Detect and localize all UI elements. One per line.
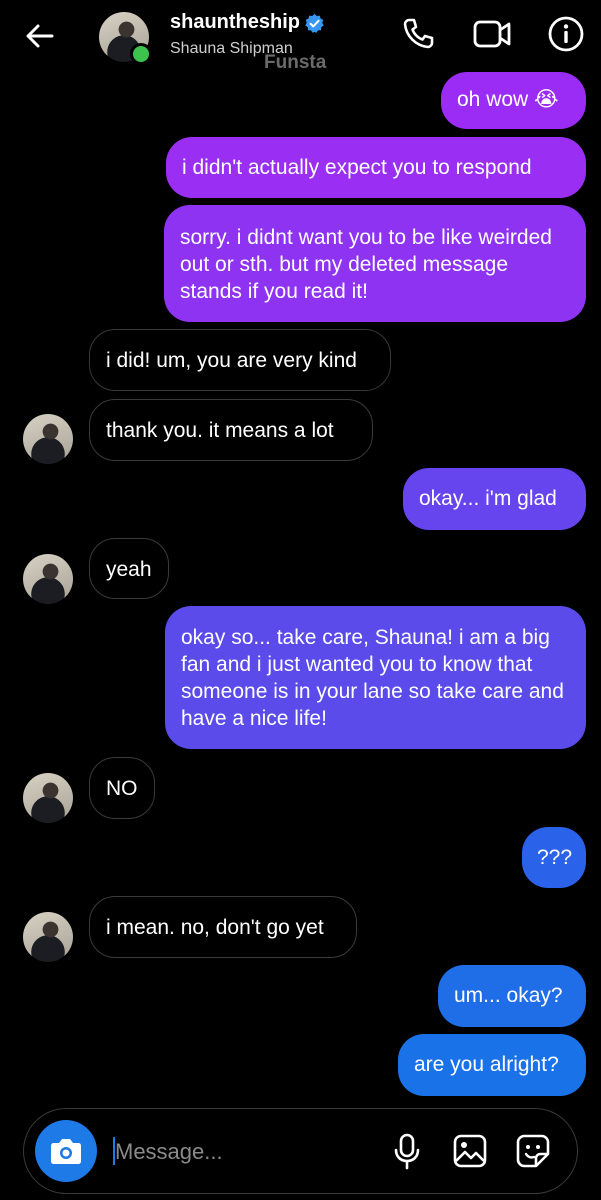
message-text: ??? bbox=[537, 846, 573, 869]
message-text: okay... i'm glad bbox=[419, 487, 557, 510]
message-text: are you alright? bbox=[414, 1053, 559, 1076]
message-sent[interactable]: okay so... take care, Shauna! i am a big… bbox=[165, 606, 586, 749]
message-sent[interactable]: sorry. i didnt want you to be like weird… bbox=[164, 205, 586, 322]
sender-avatar[interactable] bbox=[23, 554, 73, 604]
sender-avatar[interactable] bbox=[23, 773, 73, 823]
sender-avatar[interactable] bbox=[23, 414, 73, 464]
message-text: i did! um, you are very kind bbox=[106, 349, 357, 372]
message-sent[interactable]: are you alright? bbox=[398, 1034, 586, 1096]
watermark-text: Funsta bbox=[264, 52, 327, 73]
message-sent[interactable]: oh wow 😭 bbox=[441, 72, 586, 129]
message-composer bbox=[23, 1108, 578, 1194]
message-received[interactable]: yeah bbox=[89, 538, 169, 599]
sticker-icon[interactable] bbox=[513, 1131, 553, 1171]
message-sent[interactable]: ??? bbox=[522, 827, 586, 888]
camera-button[interactable] bbox=[35, 1120, 97, 1182]
message-text: i mean. no, don't go yet bbox=[106, 916, 324, 939]
message-received[interactable]: NO bbox=[89, 757, 155, 819]
sender-avatar[interactable] bbox=[23, 912, 73, 962]
message-text: yeah bbox=[106, 558, 152, 581]
message-text: oh wow 😭 bbox=[457, 88, 559, 111]
message-text: sorry. i didnt want you to be like weird… bbox=[180, 226, 552, 303]
online-status-dot bbox=[130, 43, 152, 65]
message-sent[interactable]: um... okay? bbox=[438, 965, 586, 1027]
message-input[interactable] bbox=[113, 1131, 377, 1173]
message-sent[interactable]: okay... i'm glad bbox=[403, 468, 586, 530]
back-arrow-icon[interactable] bbox=[22, 18, 58, 54]
message-sent[interactable]: i didn't actually expect you to respond bbox=[166, 137, 586, 198]
message-text: um... okay? bbox=[454, 984, 563, 1007]
microphone-icon[interactable] bbox=[387, 1131, 427, 1171]
username[interactable]: shauntheship bbox=[170, 11, 300, 34]
message-received[interactable]: thank you. it means a lot bbox=[89, 399, 373, 461]
message-text: okay so... take care, Shauna! i am a big… bbox=[181, 626, 564, 730]
chat-header: shauntheship Shauna Shipman Funsta bbox=[0, 0, 601, 78]
message-text: i didn't actually expect you to respond bbox=[182, 156, 532, 179]
message-text: NO bbox=[106, 777, 138, 800]
gallery-icon[interactable] bbox=[450, 1131, 490, 1171]
camera-icon bbox=[51, 1139, 81, 1164]
message-received[interactable]: i mean. no, don't go yet bbox=[89, 896, 357, 958]
video-camera-icon[interactable] bbox=[472, 14, 512, 54]
message-text: thank you. it means a lot bbox=[106, 419, 334, 442]
message-received[interactable]: i did! um, you are very kind bbox=[89, 329, 391, 391]
phone-icon[interactable] bbox=[398, 14, 438, 54]
verified-badge-icon bbox=[305, 13, 324, 33]
info-icon[interactable] bbox=[546, 14, 586, 54]
